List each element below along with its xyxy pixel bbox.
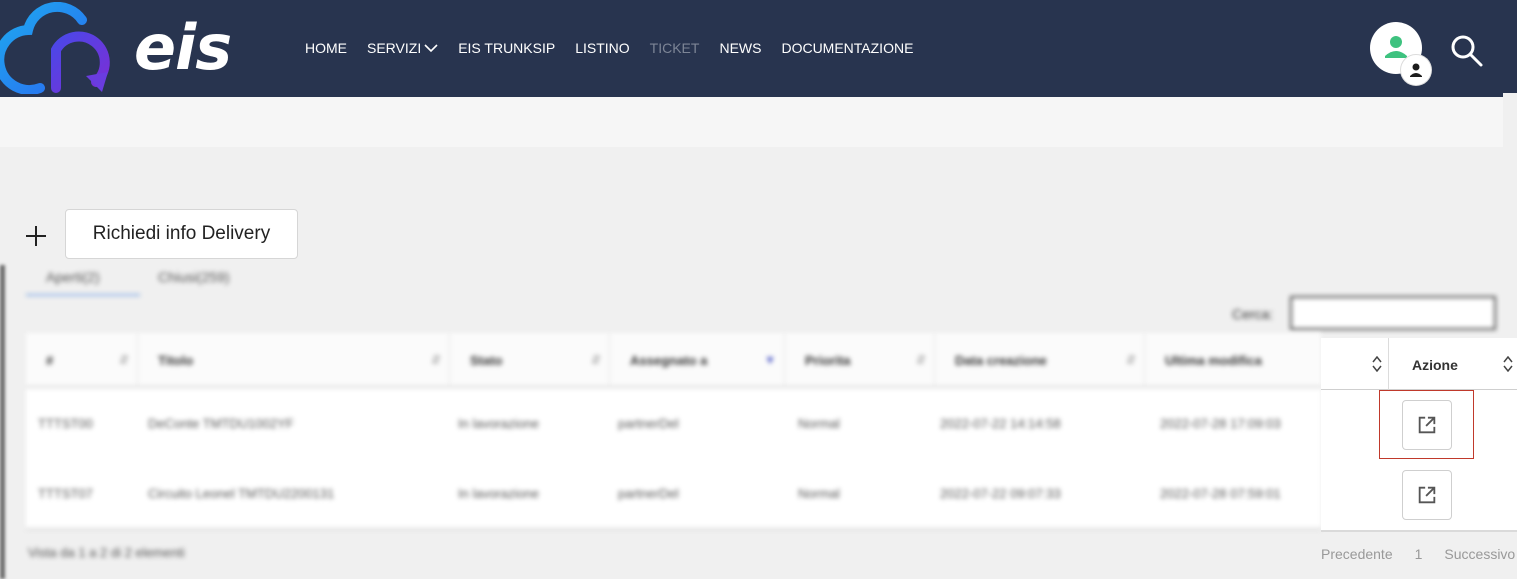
nav-eis-trunksip[interactable]: EIS TRUNKSIP (458, 40, 555, 56)
cell-title: Circuito Leonel TMTDU2200131 (148, 486, 335, 501)
plus-icon[interactable] (24, 224, 48, 248)
nav-listino[interactable]: LISTINO (575, 40, 629, 56)
user-icon (1410, 63, 1422, 77)
cell-priority: Normal (798, 416, 840, 431)
action-column-bottom-border (1321, 530, 1517, 532)
cell-priority: Normal (798, 486, 840, 501)
col-modified-sort[interactable] (1321, 338, 1389, 390)
table-row[interactable]: TTTST00 DeConte TMTDU1002YF In lavorazio… (26, 390, 1321, 460)
nav-ticket[interactable]: TICKET (650, 40, 700, 56)
pagination-prev[interactable]: Precedente (1321, 546, 1393, 562)
col-created-label: Data creazione (955, 353, 1047, 368)
pagination-page[interactable]: 1 (1415, 546, 1423, 562)
nav-trunksip-label: EIS TRUNKSIP (458, 40, 556, 56)
external-link-icon (1418, 416, 1436, 434)
cell-assigned: partnerDel (618, 486, 679, 501)
brand-name[interactable]: eis (134, 8, 232, 88)
col-modified[interactable]: Ultima modifica (1145, 333, 1321, 388)
tab-open[interactable]: Aperti(2) (46, 269, 100, 285)
top-navbar: eis HOME SERVIZI EIS TRUNKSIP LISTINO TI… (0, 0, 1517, 97)
active-tab-indicator (26, 294, 140, 296)
tickets-table: # ⇵ Titolo ⇵ Stato ⇵ Assegnato a ▼ Priorita ⇵… (26, 333, 1321, 530)
table-row[interactable]: TTTST07 Circuito Leonel TMTDU2200131 In … (26, 460, 1321, 530)
open-ticket-button[interactable] (1402, 470, 1452, 520)
cell-modified: 2022-07-28 17:09:03 (1160, 416, 1281, 431)
col-id[interactable]: # ⇵ (26, 333, 138, 388)
open-ticket-button[interactable] (1402, 400, 1452, 450)
user-menu-badge[interactable] (1401, 55, 1431, 85)
tab-closed[interactable]: Chiusi(259) (158, 269, 230, 285)
sort-icon (1372, 356, 1382, 372)
cell-assigned: partnerDel (618, 416, 679, 431)
nav-news-label: NEWS (719, 40, 762, 56)
nav-ticket-label: TICKET (649, 40, 700, 56)
sort-icon: ▼ (764, 353, 776, 367)
eis-logo-icon[interactable] (0, 2, 120, 94)
col-title-label: Titolo (158, 353, 194, 368)
cell-id: TTTST07 (38, 486, 93, 501)
header-notch (1503, 93, 1517, 147)
nav-home[interactable]: HOME (305, 40, 347, 56)
search-icon[interactable] (1448, 32, 1484, 68)
cell-status: In lavorazione (458, 486, 539, 501)
page-left-edge (0, 265, 5, 579)
sort-icon: ⇵ (590, 353, 601, 367)
sort-icon: ⇵ (430, 353, 441, 367)
cell-id: TTTST00 (38, 416, 93, 431)
sort-icon (1503, 356, 1513, 372)
nav-documentazione[interactable]: DOCUMENTAZIONE (781, 40, 913, 56)
col-id-label: # (46, 353, 54, 368)
col-created[interactable]: Data creazione ⇵ (935, 333, 1145, 388)
table-header: # ⇵ Titolo ⇵ Stato ⇵ Assegnato a ▼ Priorita ⇵… (26, 333, 1321, 388)
cell-created: 2022-07-22 14:14:58 (940, 416, 1061, 431)
chevron-down-icon (424, 44, 438, 53)
cell-status: In lavorazione (458, 416, 539, 431)
cell-modified: 2022-07-28 07:59:01 (1160, 486, 1281, 501)
col-priority[interactable]: Priorita ⇵ (785, 333, 935, 388)
cell-title: DeConte TMTDU1002YF (148, 416, 294, 431)
col-status-label: Stato (470, 353, 503, 368)
col-assigned-label: Assegnato a (630, 353, 708, 368)
pagination-next[interactable]: Successivo (1444, 546, 1515, 562)
ticket-tabs: Aperti(2) Chiusi(259) (26, 266, 256, 298)
col-modified-label: Ultima modifica (1165, 353, 1262, 368)
col-title[interactable]: Titolo ⇵ (138, 333, 450, 388)
col-assigned[interactable]: Assegnato a ▼ (610, 333, 785, 388)
pagination: Precedente 1 Successivo (1321, 546, 1515, 562)
request-delivery-info-button[interactable]: Richiedi info Delivery (65, 209, 298, 259)
col-priority-label: Priorita (805, 353, 851, 368)
table-search-input[interactable] (1290, 296, 1496, 330)
col-status[interactable]: Stato ⇵ (450, 333, 610, 388)
cell-created: 2022-07-22 09:07:33 (940, 486, 1061, 501)
sort-icon: ⇵ (118, 353, 129, 367)
nav-servizi[interactable]: SERVIZI (367, 40, 438, 56)
nav-home-label: HOME (305, 40, 347, 56)
col-action-label: Azione (1412, 357, 1458, 373)
main-nav: HOME SERVIZI EIS TRUNKSIP LISTINO TICKET… (305, 40, 913, 56)
table-search-label: Cerca: (1232, 306, 1274, 322)
nav-servizi-label: SERVIZI (367, 40, 422, 56)
header-band (0, 97, 1503, 147)
nav-listino-label: LISTINO (575, 40, 630, 56)
nav-documentazione-label: DOCUMENTAZIONE (781, 40, 914, 56)
nav-news[interactable]: NEWS (719, 40, 761, 56)
external-link-icon (1418, 486, 1436, 504)
table-info: Vista da 1 a 2 di 2 elementi (28, 545, 185, 560)
sort-icon: ⇵ (915, 353, 926, 367)
sort-icon: ⇵ (1125, 353, 1136, 367)
